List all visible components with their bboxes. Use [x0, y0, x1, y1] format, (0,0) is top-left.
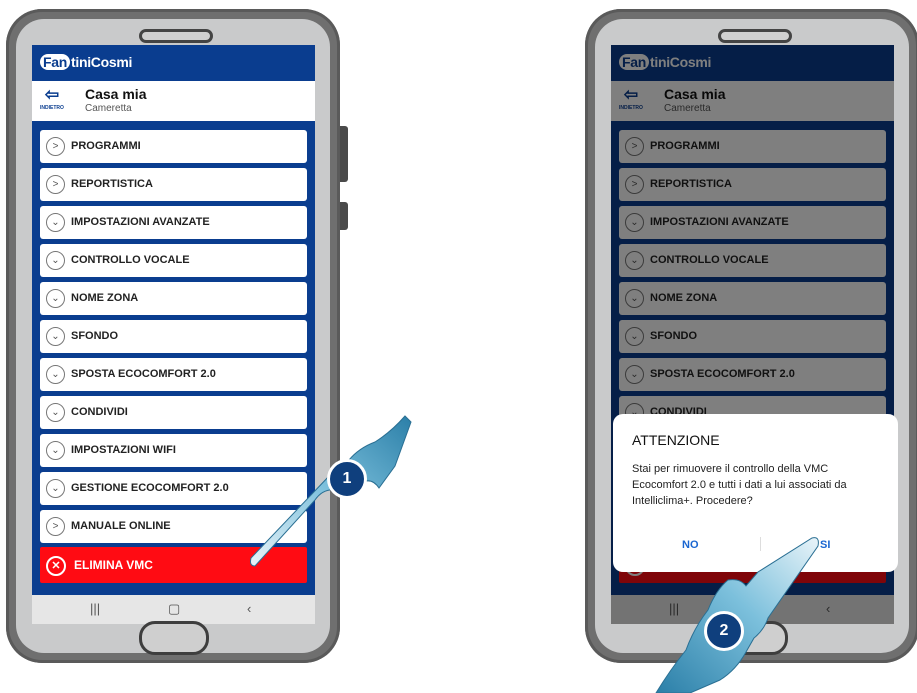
back-button[interactable]: ⇦ INDIETRO — [32, 81, 72, 121]
dialog-message: Stai per rimuovere il controllo della VM… — [632, 463, 847, 507]
chevron-down-icon: ⌄ — [46, 327, 65, 346]
chevron-down-icon: ⌄ — [46, 289, 65, 308]
menu-item-sposta-ecocomfort[interactable]: ⌄SPOSTA ECOCOMFORT 2.0 — [40, 358, 307, 391]
android-nav-bar: ||| ▢ ‹ — [32, 595, 315, 624]
close-icon: ✕ — [46, 556, 66, 576]
menu-item-impostazioni-avanzate[interactable]: ⌄IMPOSTAZIONI AVANZATE — [40, 206, 307, 239]
pointing-hand-icon — [250, 415, 412, 567]
page-title: Casa mia — [85, 86, 147, 102]
page-header: ⇦ INDIETRO Casa mia Cameretta — [32, 81, 315, 121]
speaker — [139, 29, 213, 43]
menu-item-controllo-vocale[interactable]: ⌄CONTROLLO VOCALE — [40, 244, 307, 277]
step-badge: 2 — [704, 611, 744, 651]
back-label: INDIETRO — [40, 105, 64, 111]
recents-icon[interactable]: ||| — [90, 601, 100, 616]
app-logo: FantiniCosmi — [40, 54, 132, 70]
app-bar: FantiniCosmi — [32, 45, 315, 81]
chevron-down-icon: ⌄ — [46, 251, 65, 270]
chevron-down-icon: ⌄ — [46, 441, 65, 460]
back-nav-icon[interactable]: ‹ — [247, 601, 251, 616]
back-icon: ⇦ — [44, 85, 60, 104]
menu-item-nome-zona[interactable]: ⌄NOME ZONA — [40, 282, 307, 315]
home-icon[interactable]: ▢ — [168, 601, 180, 617]
volume-button — [340, 126, 348, 182]
menu-item-programmi[interactable]: >PROGRAMMI — [40, 130, 307, 163]
speaker — [718, 29, 792, 43]
chevron-down-icon: ⌄ — [46, 479, 65, 498]
step-badge: 1 — [327, 459, 367, 499]
chevron-right-icon: > — [46, 517, 65, 536]
chevron-down-icon: ⌄ — [46, 213, 65, 232]
dialog-title: ATTENZIONE — [632, 432, 720, 448]
page-subtitle: Cameretta — [85, 103, 132, 114]
home-button — [139, 621, 209, 655]
menu-item-sfondo[interactable]: ⌄SFONDO — [40, 320, 307, 353]
chevron-down-icon: ⌄ — [46, 365, 65, 384]
chevron-down-icon: ⌄ — [46, 403, 65, 422]
pointing-hand-icon — [655, 537, 819, 693]
menu-item-reportistica[interactable]: >REPORTISTICA — [40, 168, 307, 201]
chevron-right-icon: > — [46, 175, 65, 194]
chevron-right-icon: > — [46, 137, 65, 156]
power-button — [340, 202, 348, 230]
